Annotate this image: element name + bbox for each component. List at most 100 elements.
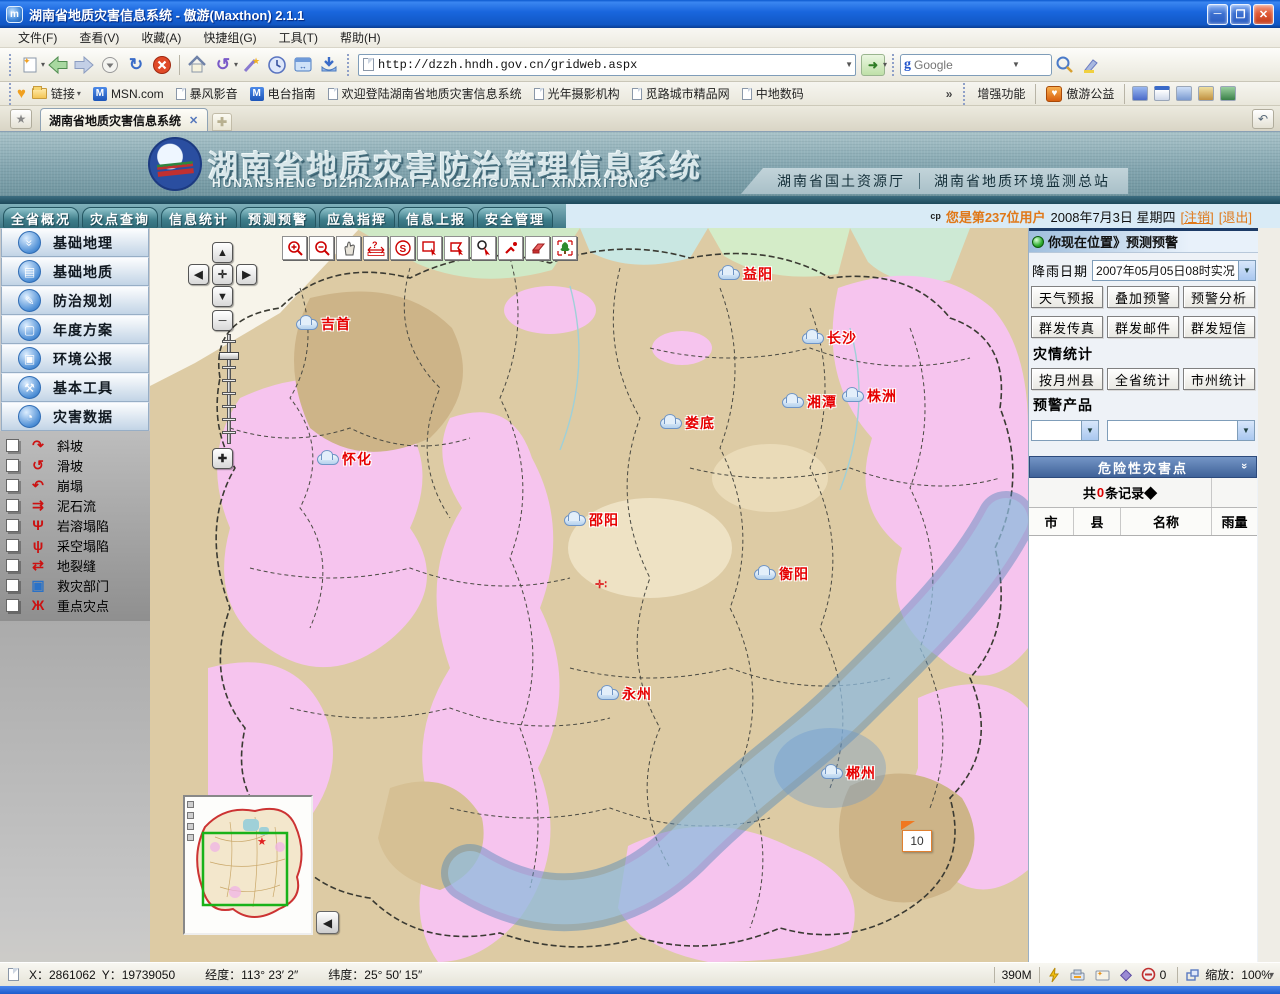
layer-key-disaster-checkbox[interactable] [6,599,19,612]
menu-favorites[interactable]: 收藏(A) [131,27,191,48]
magic-fill-button[interactable]: ★ [238,52,264,78]
reopen-tab-button[interactable]: ↶ [1252,109,1274,129]
overview-tools[interactable] [186,801,195,841]
nav-info-statistics[interactable]: 信息统计 [161,207,237,228]
mass-sms-button[interactable]: 群发短信 [1183,316,1255,338]
collapse-chevron-icon[interactable]: » [1238,463,1250,471]
maximize-button[interactable]: ❐ [1230,4,1251,25]
layer-collapse-checkbox[interactable] [6,479,19,492]
links-overflow-chevron[interactable]: » [946,87,953,101]
nav-forecast-warning[interactable]: 预测预警 [240,207,316,228]
pan-right-button[interactable]: ▶ [236,264,257,285]
address-input[interactable] [378,58,847,72]
rect-select-tool[interactable] [417,236,442,260]
favorites-heart-icon[interactable]: ♥ [17,85,26,102]
close-button[interactable]: ✕ [1253,4,1274,25]
search-engine-dropdown[interactable]: ▼ [1012,60,1020,69]
link-radio[interactable]: M电台指南 [244,84,322,103]
logout-link[interactable]: [注销] [1181,207,1214,226]
highlight-button[interactable] [1078,52,1104,78]
layer-slope-checkbox[interactable] [6,439,19,452]
nav-disaster-query[interactable]: 灾点查询 [82,207,158,228]
polygon-select-tool[interactable] [444,236,469,260]
zoom-dropdown[interactable]: ▾ [1270,970,1274,979]
nav-province-overview[interactable]: 全省概况 [3,207,79,228]
link-msn[interactable]: MMSN.com [87,86,170,102]
favorites-star-button[interactable]: ★ [10,109,32,129]
pan-down-button[interactable]: ▼ [212,286,233,307]
zoom-out-tool[interactable] [309,236,334,260]
overview-collapse-button[interactable]: ◀ [316,911,339,934]
menu-help[interactable]: 帮助(H) [330,27,391,48]
notes-icon[interactable] [1176,86,1192,101]
zoom-out-button[interactable]: ─ [212,310,233,331]
city-marker-shaoyang[interactable]: 邵阳 [564,510,619,530]
search-input[interactable] [914,58,1014,72]
boost-bolt-icon[interactable] [1047,967,1061,983]
city-marker-jishou[interactable]: 吉首 [296,314,351,334]
city-stats-button[interactable]: 市州统计 [1183,368,1255,390]
zoom-slider[interactable] [218,334,240,444]
links-folder[interactable]: 链接▾ [26,84,87,103]
city-marker-changsha[interactable]: 长沙 [802,328,857,348]
refresh-button[interactable]: ↻ [123,52,149,78]
scale-tool[interactable]: S [390,236,415,260]
exit-link[interactable]: [退出] [1219,207,1252,226]
address-dropdown[interactable]: ▼ [845,60,853,69]
new-window-icon[interactable]: ✦ [1094,968,1111,982]
messenger-icon[interactable] [1132,86,1148,101]
stop-button[interactable] [149,52,175,78]
tab-close-icon[interactable]: ✕ [189,114,198,127]
go-button[interactable]: ➜ [861,54,885,76]
pan-up-button[interactable]: ▲ [212,242,233,263]
sidebar-section-disaster-data[interactable]: ◔灾害数据 [1,402,149,431]
warning-flag-marker[interactable]: 10 [902,830,932,852]
province-stats-button[interactable]: 全省统计 [1107,368,1179,390]
link-milu[interactable]: 觅路城市精品网 [626,84,736,103]
go-dropdown[interactable]: ▾ [883,60,887,69]
undo-button[interactable]: ↺ [210,52,236,78]
link-hunan-system[interactable]: 欢迎登陆湖南省地质灾害信息系统 [322,84,528,103]
city-marker-xiangtan[interactable]: 湘潭 [782,392,837,412]
nav-security-mgmt[interactable]: 安全管理 [477,207,553,228]
link-baofeng[interactable]: 暴风影音 [170,84,244,103]
city-marker-yongzhou[interactable]: 永州 [597,684,652,704]
link-geo-monitoring[interactable]: 湖南省地质环境监测总站 [934,171,1110,191]
search-grip[interactable] [892,54,895,76]
zoom-in-button[interactable]: ✚ [212,448,233,469]
sidebar-section-prevention-planning[interactable]: ✎防治规划 [1,286,149,315]
monthly-county-button[interactable]: 按月州县 [1031,368,1103,390]
mass-email-button[interactable]: 群发邮件 [1107,316,1179,338]
nav-info-report[interactable]: 信息上报 [398,207,474,228]
layer-karst-collapse-checkbox[interactable] [6,519,19,532]
home-button[interactable] [184,52,210,78]
rain-date-select[interactable]: 2007年05月05日08时实况 ▼ [1092,260,1256,281]
product-type-select[interactable]: ▼ [1031,420,1099,441]
layer-mining-collapse-checkbox[interactable] [6,539,19,552]
link-zhongdi[interactable]: 中地数码 [736,84,810,103]
sidebar-section-env-bulletin[interactable]: ▣环境公报 [1,344,149,373]
full-extent-tool[interactable] [552,236,577,260]
sidebar-section-base-geology[interactable]: ▤基础地质 [1,257,149,286]
point-select-tool[interactable] [498,236,523,260]
tab-active[interactable]: 湖南省地质灾害信息系统 ✕ [40,108,208,131]
addressbar-grip[interactable] [347,54,350,76]
nav-emergency-command[interactable]: 应急指挥 [319,207,395,228]
plugin-diamond-icon[interactable] [1119,968,1133,982]
new-tab-button[interactable]: ✚ [212,113,232,131]
enhance-features[interactable]: 增强功能 [971,84,1031,103]
layer-landslide-checkbox[interactable] [6,459,19,472]
overlay-warning-button[interactable]: 叠加预警 [1107,286,1179,308]
city-marker-chenzhou[interactable]: 郴州 [821,763,876,783]
sidebar-section-base-geography[interactable]: »基础地理 [1,228,149,257]
proxy-icon[interactable] [1069,968,1086,982]
history-dropdown-button[interactable] [97,52,123,78]
pan-left-button[interactable]: ◀ [188,264,209,285]
maxthon-charity[interactable]: ♥傲游公益 [1040,84,1120,103]
zoom-level[interactable]: 缩放：100% [1205,966,1272,983]
sidebar-section-basic-tools[interactable]: ⚒基本工具 [1,373,149,402]
city-marker-huaihua[interactable]: 怀化 [317,449,372,469]
link-photo[interactable]: 光年摄影机构 [528,84,626,103]
city-marker-hengyang[interactable]: 衡阳 [754,564,809,584]
forward-button[interactable] [71,52,97,78]
